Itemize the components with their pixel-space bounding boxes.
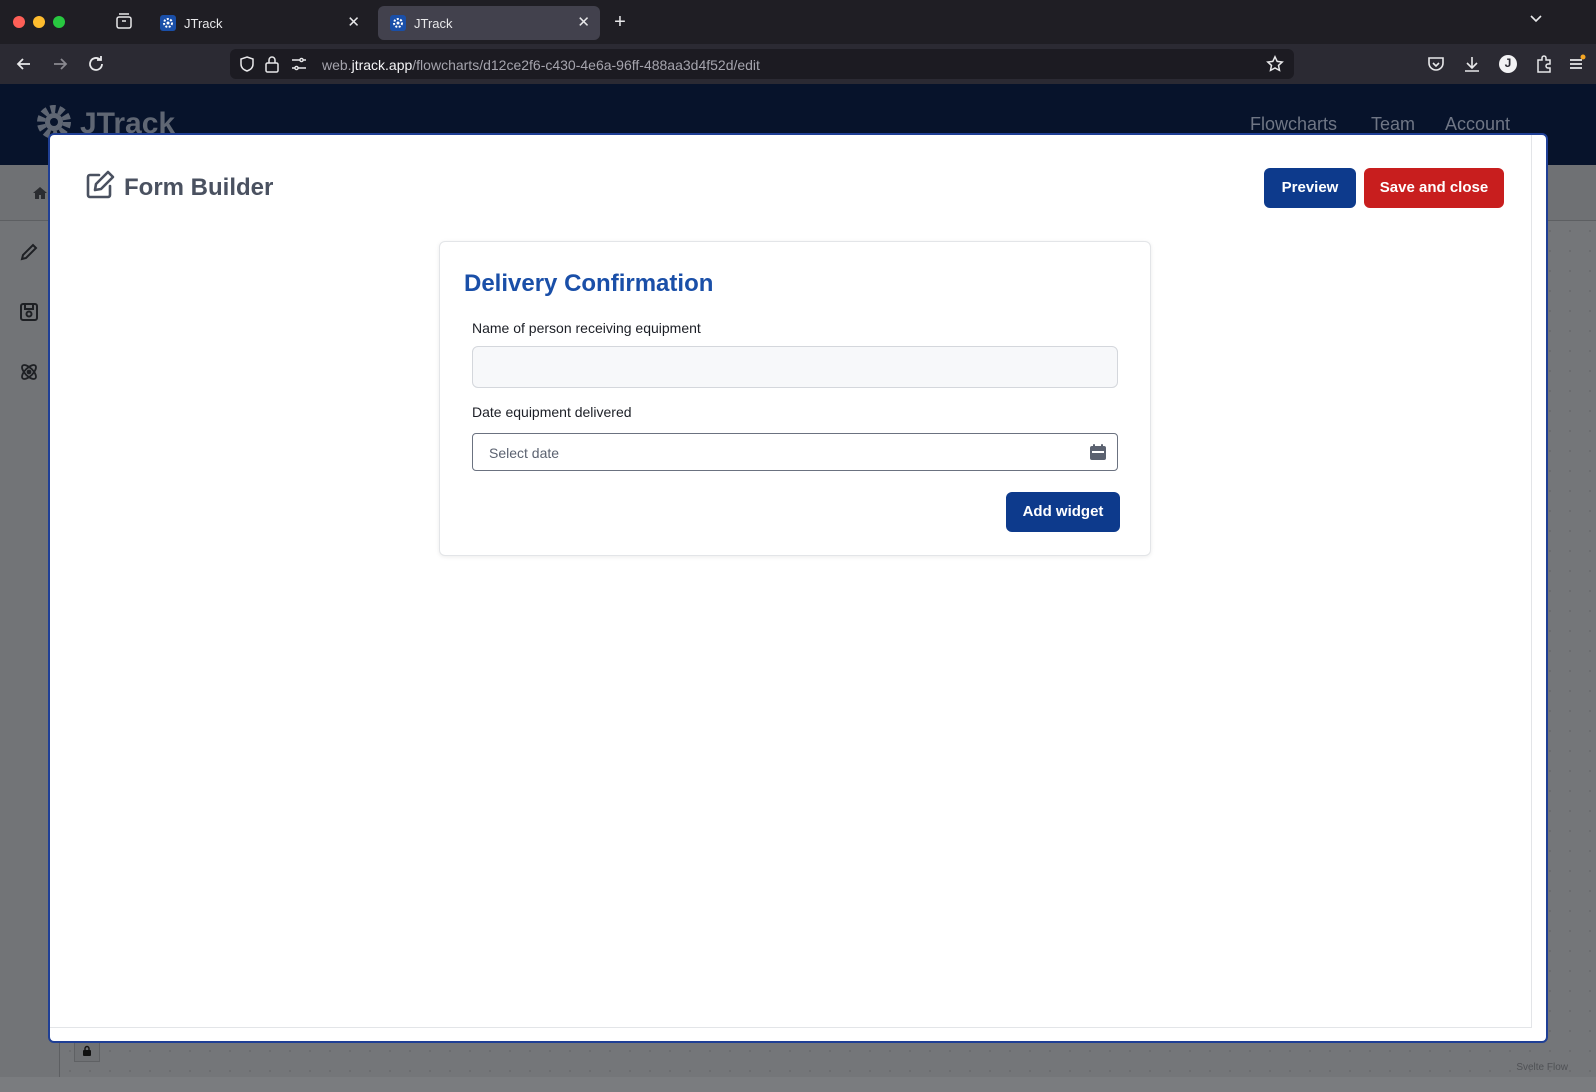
nav-team[interactable]: Team — [1371, 114, 1415, 135]
profile-initial: J — [1504, 56, 1512, 70]
add-widget-button[interactable]: Add widget — [1006, 492, 1120, 532]
modal-title: Form Builder — [124, 173, 274, 201]
nav-account[interactable]: Account — [1445, 114, 1510, 135]
tab-jtrack-1[interactable]: JTrack ✕ — [148, 6, 370, 40]
save-and-close-button[interactable]: Save and close — [1364, 168, 1504, 208]
bookmark-star-icon[interactable] — [1266, 55, 1284, 78]
pocket-icon[interactable] — [1426, 54, 1446, 74]
menu-icon[interactable] — [1568, 54, 1588, 74]
shield-icon[interactable] — [238, 55, 256, 78]
window-close-button[interactable] — [13, 16, 25, 28]
back-arrow-icon[interactable] — [14, 54, 34, 74]
tab-title: JTrack — [184, 16, 223, 31]
permissions-icon[interactable] — [290, 56, 308, 77]
download-icon[interactable] — [1462, 54, 1482, 74]
tab-close-icon[interactable]: ✕ — [577, 13, 590, 31]
calendar-icon[interactable] — [1089, 443, 1107, 461]
date-placeholder: Select date — [489, 445, 560, 461]
window-maximize-button[interactable] — [53, 16, 65, 28]
atom-icon[interactable] — [18, 361, 42, 385]
form-title[interactable]: Delivery Confirmation — [464, 270, 713, 298]
delivery-date-input[interactable]: Select date — [472, 433, 1118, 471]
forward-arrow-icon[interactable] — [50, 54, 70, 74]
tab-title: JTrack — [414, 16, 453, 31]
lock-icon[interactable] — [264, 55, 280, 78]
account-avatar-icon[interactable]: J — [1498, 54, 1518, 74]
edit-form-icon — [84, 169, 116, 206]
address-bar[interactable]: web.jtrack.app/flowcharts/d12ce2f6-c430-… — [230, 49, 1294, 79]
extensions-icon[interactable] — [1534, 54, 1554, 74]
recipient-name-input[interactable] — [472, 346, 1118, 388]
form-card: Delivery Confirmation Name of person rec… — [439, 241, 1151, 556]
url-text: web.jtrack.app/flowcharts/d12ce2f6-c430-… — [322, 57, 760, 73]
form-builder-modal: Form Builder Preview Save and close Deli… — [48, 133, 1548, 1043]
nav-flowcharts[interactable]: Flowcharts — [1250, 114, 1337, 135]
browser-tab-bar: JTrack ✕ JTrack ✕ + — [0, 0, 1596, 44]
jtrack-favicon-icon — [160, 15, 176, 31]
new-tab-icon[interactable]: + — [610, 12, 630, 32]
svelte-flow-attribution[interactable]: Svelte Flow — [1516, 1062, 1568, 1073]
preview-button[interactable]: Preview — [1264, 168, 1356, 208]
save-disk-icon[interactable] — [18, 301, 42, 325]
canvas-lock-button[interactable] — [74, 1040, 100, 1062]
tab-jtrack-2-active[interactable]: JTrack ✕ — [378, 6, 600, 40]
field-label-name: Name of person receiving equipment — [472, 320, 701, 336]
tab-close-icon[interactable]: ✕ — [347, 13, 360, 31]
browser-toolbar: web.jtrack.app/flowcharts/d12ce2f6-c430-… — [0, 44, 1596, 84]
tab-overview-icon[interactable] — [114, 12, 134, 32]
jtrack-favicon-icon — [390, 15, 406, 31]
tab-list-chevron-icon[interactable] — [1526, 12, 1546, 32]
field-label-date: Date equipment delivered — [472, 404, 632, 420]
home-icon[interactable] — [32, 185, 48, 206]
window-minimize-button[interactable] — [33, 16, 45, 28]
modal-header: Form Builder — [84, 169, 273, 206]
pencil-icon[interactable] — [18, 241, 42, 265]
reload-icon[interactable] — [86, 54, 106, 74]
